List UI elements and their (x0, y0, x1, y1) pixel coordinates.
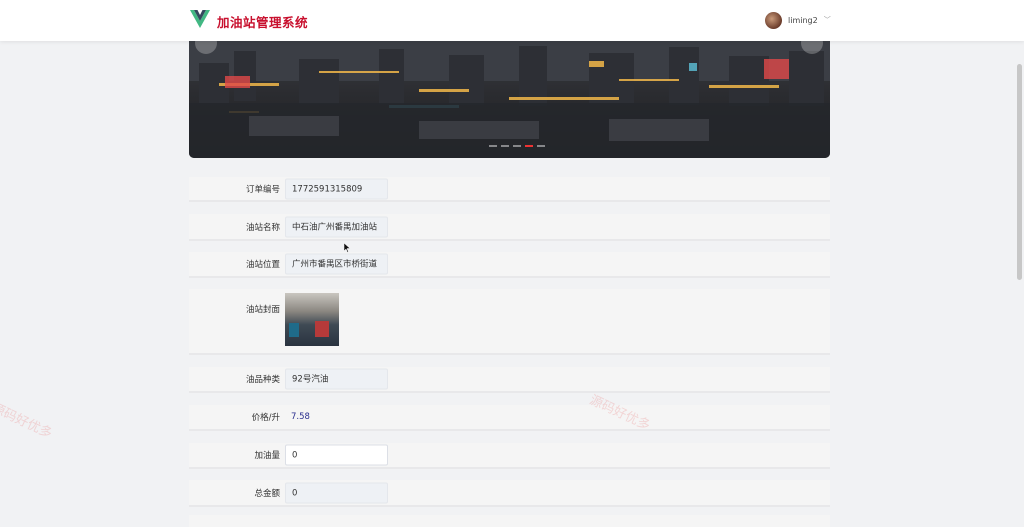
carousel-indicators (489, 145, 545, 147)
total-label: 总金额 (254, 488, 280, 499)
chevron-down-icon[interactable]: ﹀ (824, 15, 831, 25)
carousel-dot-active[interactable] (525, 145, 533, 147)
carousel-dot[interactable] (513, 145, 521, 147)
cover-detail (289, 323, 299, 337)
carousel-dot[interactable] (489, 145, 497, 147)
cover-detail (315, 321, 329, 337)
station-location-field[interactable]: 广州市番禺区市桥街道 (285, 253, 388, 275)
form-row-total: 总金额 0 (189, 480, 830, 507)
price-value: 7.58 (291, 412, 310, 422)
top-header: 加油站管理系统 liming2 ﹀ (0, 0, 1024, 41)
oil-type-label: 油品种类 (245, 375, 280, 385)
watermark: 源码好优多 (0, 400, 55, 442)
banner-carousel (189, 41, 830, 158)
form-row-station-name: 油站名称 中石油广州番禺加油站 (189, 214, 830, 241)
form-row-station-location: 油站位置 广州市番禺区市桥街道 (189, 252, 830, 278)
username[interactable]: liming2 (788, 16, 818, 25)
station-name-field[interactable]: 中石油广州番禺加油站 (285, 216, 388, 237)
form-row-next (189, 515, 830, 527)
station-cover-image[interactable] (285, 293, 339, 346)
form-row-station-cover: 油站封面 (189, 289, 830, 355)
station-name-label: 油站名称 (245, 222, 280, 233)
order-no-field[interactable]: 1772591315809 (285, 178, 388, 199)
amount-label: 加油量 (254, 451, 280, 461)
total-field[interactable]: 0 (285, 482, 388, 503)
oil-type-field[interactable]: 92号汽油 (285, 368, 388, 390)
avatar[interactable] (765, 11, 782, 29)
carousel-dot[interactable] (501, 145, 509, 147)
carousel-dot[interactable] (537, 145, 545, 147)
city-night-image (189, 41, 830, 158)
user-menu[interactable]: liming2 ﹀ (765, 11, 831, 29)
price-label: 价格/升 (251, 413, 280, 423)
form-row-order-no: 订单编号 1772591315809 (189, 177, 830, 202)
vue-logo-icon (190, 10, 210, 28)
page-scrollbar[interactable] (1017, 64, 1022, 280)
station-cover-label: 油站封面 (245, 305, 280, 315)
amount-input[interactable]: 0 (285, 444, 388, 466)
mouse-cursor-icon (344, 243, 350, 253)
order-no-label: 订单编号 (245, 184, 280, 195)
station-location-label: 油站位置 (245, 260, 280, 270)
form-row-amount: 加油量 0 (189, 443, 830, 469)
app-title: 加油站管理系统 (217, 15, 309, 30)
form-row-price: 价格/升 7.58 (189, 405, 830, 431)
form-row-oil-type: 油品种类 92号汽油 (189, 367, 830, 393)
